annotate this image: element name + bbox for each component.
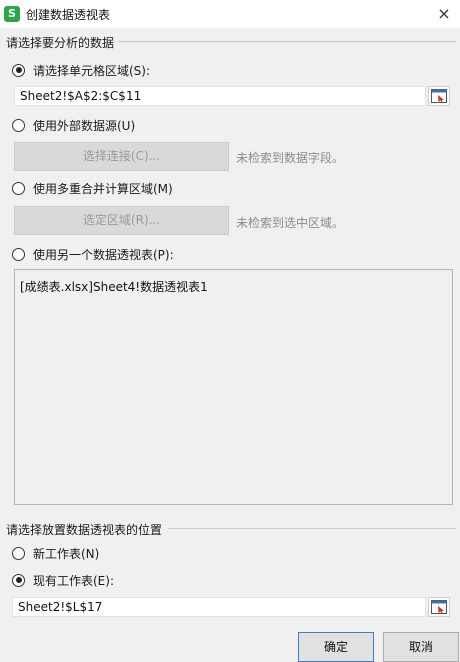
existing-sheet-label: 现有工作表(E): bbox=[33, 573, 114, 588]
external-source-label: 使用外部数据源(U) bbox=[33, 118, 136, 133]
select-area-button: 选定区域(R)... bbox=[14, 206, 229, 235]
multi-range-radio[interactable] bbox=[12, 181, 25, 195]
another-pivot-option[interactable]: 使用另一个数据透视表(P): bbox=[12, 245, 174, 263]
location-input[interactable]: Sheet2!$L$17 bbox=[12, 597, 426, 617]
close-icon[interactable]: × bbox=[430, 2, 458, 26]
source-section-divider bbox=[118, 41, 456, 42]
existing-sheet-radio[interactable] bbox=[12, 573, 25, 587]
another-pivot-radio[interactable] bbox=[12, 247, 25, 261]
placement-section-label: 请选择放置数据透视表的位置 bbox=[6, 523, 163, 537]
new-sheet-option[interactable]: 新工作表(N) bbox=[12, 544, 99, 562]
cancel-button[interactable]: 取消 bbox=[383, 632, 459, 662]
range-option-label: 请选择单元格区域(S): bbox=[33, 63, 151, 78]
another-pivot-label: 使用另一个数据透视表(P): bbox=[33, 247, 174, 262]
range-input[interactable]: Sheet2!$A$2:$C$11 bbox=[14, 86, 426, 106]
range-option[interactable]: 请选择单元格区域(S): bbox=[12, 61, 150, 79]
select-connection-button: 选择连接(C)... bbox=[14, 142, 229, 171]
app-logo-icon: S bbox=[4, 6, 20, 22]
existing-sheet-option[interactable]: 现有工作表(E): bbox=[12, 571, 114, 589]
placement-section-divider bbox=[168, 528, 456, 529]
range-radio[interactable] bbox=[12, 63, 25, 77]
range-select-icon bbox=[431, 89, 447, 103]
range-picker-button[interactable] bbox=[428, 86, 450, 106]
ok-button[interactable]: 确定 bbox=[298, 632, 374, 662]
source-section-label: 请选择要分析的数据 bbox=[6, 36, 115, 50]
external-source-hint: 未检索到数据字段。 bbox=[236, 151, 345, 165]
title-bar: S 创建数据透视表 × bbox=[0, 0, 460, 28]
multi-range-label: 使用多重合并计算区域(M) bbox=[33, 181, 173, 196]
external-source-radio[interactable] bbox=[12, 118, 25, 132]
multi-range-option[interactable]: 使用多重合并计算区域(M) bbox=[12, 179, 173, 197]
location-picker-button[interactable] bbox=[428, 597, 450, 617]
range-select-icon bbox=[431, 600, 447, 614]
new-sheet-label: 新工作表(N) bbox=[33, 546, 100, 561]
pivot-list-item[interactable]: [成绩表.xlsx]Sheet4!数据透视表1 bbox=[20, 278, 447, 295]
external-source-option[interactable]: 使用外部数据源(U) bbox=[12, 116, 135, 134]
window-title: 创建数据透视表 bbox=[26, 8, 111, 22]
pivot-table-list[interactable]: [成绩表.xlsx]Sheet4!数据透视表1 bbox=[14, 269, 453, 505]
multi-range-hint: 未检索到选中区域。 bbox=[236, 216, 345, 230]
new-sheet-radio[interactable] bbox=[12, 546, 25, 560]
